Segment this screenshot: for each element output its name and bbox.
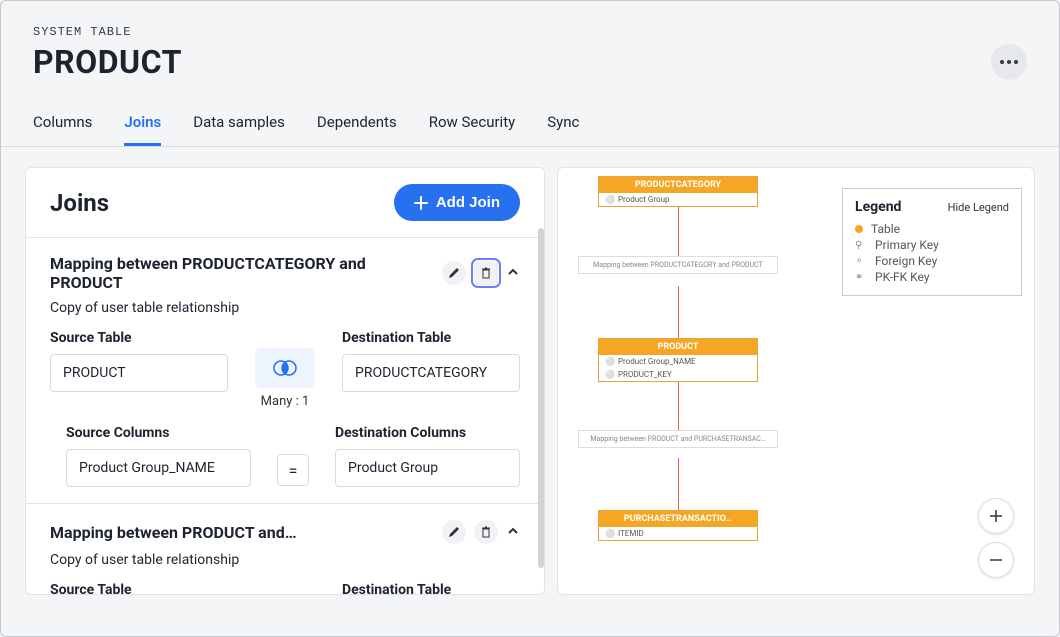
page-title: PRODUCT (33, 43, 182, 81)
section-title: Joins (50, 189, 109, 217)
plus-icon (414, 196, 428, 210)
tab-data-samples[interactable]: Data samples (193, 105, 285, 146)
delete-mapping-button[interactable] (474, 520, 498, 544)
source-column-value: Product Group_NAME (66, 449, 251, 487)
legend-item: ⚭PK-FK Key (855, 269, 1009, 285)
tab-columns[interactable]: Columns (33, 105, 92, 146)
minus-icon (988, 552, 1004, 568)
zoom-out-button[interactable] (978, 542, 1014, 578)
tabs-nav: Columns Joins Data samples Dependents Ro… (1, 105, 1059, 147)
dest-columns-label: Destination Columns (335, 425, 520, 441)
plus-icon (988, 508, 1004, 524)
diagram-mapping-node[interactable]: Mapping between PRODUCTCATEGORY and PROD… (578, 256, 778, 274)
diagram-mapping-node[interactable]: Mapping between PRODUCT and PURCHASETRAN… (578, 430, 778, 448)
scrollbar[interactable] (538, 228, 544, 568)
trash-icon (480, 526, 492, 538)
legend-item: Table (855, 221, 1009, 237)
mapping-item: Mapping between PRODUCTCATEGORY and PROD… (26, 237, 544, 503)
chevron-up-icon (506, 265, 520, 279)
source-columns-label: Source Columns (66, 425, 251, 441)
tab-dependents[interactable]: Dependents (317, 105, 397, 146)
diagram-table-node[interactable]: PRODUCT ⚪Product Group_NAME ⚪PRODUCT_KEY (598, 338, 758, 382)
diagram-table-node[interactable]: PRODUCTCATEGORY ⚪Product Group (598, 176, 758, 207)
source-table-label: Source Table (50, 330, 228, 346)
joins-panel: Joins Add Join Mapping between PRODUCTCA… (25, 167, 545, 595)
diagram-panel: PRODUCTCATEGORY ⚪Product Group Mapping b… (557, 167, 1035, 595)
zoom-in-button[interactable] (978, 498, 1014, 534)
mapping-title: Mapping between PRODUCT and… (50, 523, 434, 542)
add-join-button[interactable]: Add Join (394, 184, 520, 221)
dest-table-label: Destination Table (342, 330, 520, 346)
delete-mapping-button[interactable] (474, 261, 498, 285)
hide-legend-button[interactable]: Hide Legend (948, 201, 1009, 214)
dest-table-value: PRODUCTCATEGORY (342, 354, 520, 392)
tab-joins[interactable]: Joins (124, 105, 161, 146)
legend-panel: Legend Hide Legend Table ⚲Primary Key ⚬F… (842, 188, 1022, 296)
operator-box: = (277, 454, 309, 486)
trash-icon (480, 267, 492, 279)
mapping-subtitle: Copy of user table relationship (50, 552, 520, 568)
legend-title: Legend (855, 199, 901, 215)
source-table-value: PRODUCT (50, 354, 228, 392)
join-type-indicator[interactable] (255, 348, 315, 388)
collapse-mapping-button[interactable] (506, 523, 520, 542)
edit-mapping-button[interactable] (442, 261, 466, 285)
edit-mapping-button[interactable] (442, 520, 466, 544)
tab-sync[interactable]: Sync (547, 105, 579, 146)
legend-item: ⚲Primary Key (855, 237, 1009, 253)
pencil-icon (448, 526, 460, 538)
more-options-button[interactable] (991, 44, 1027, 80)
venn-icon (271, 359, 299, 377)
dest-column-value: Product Group (335, 449, 520, 487)
source-table-label: Source Table (50, 582, 228, 595)
relation-label: Many : 1 (261, 394, 310, 409)
mapping-subtitle: Copy of user table relationship (50, 300, 520, 316)
collapse-mapping-button[interactable] (506, 264, 520, 283)
mapping-item: Mapping between PRODUCT and… Copy of use… (26, 503, 544, 595)
dest-table-label: Destination Table (342, 582, 520, 595)
mapping-title: Mapping between PRODUCTCATEGORY and PROD… (50, 254, 434, 292)
pencil-icon (448, 267, 460, 279)
eyebrow: SYSTEM TABLE (33, 25, 1027, 39)
tab-row-security[interactable]: Row Security (429, 105, 516, 146)
chevron-up-icon (506, 524, 520, 538)
legend-item: ⚬Foreign Key (855, 253, 1009, 269)
diagram-table-node[interactable]: PURCHASETRANSACTIO… ⚪ITEMID (598, 510, 758, 541)
